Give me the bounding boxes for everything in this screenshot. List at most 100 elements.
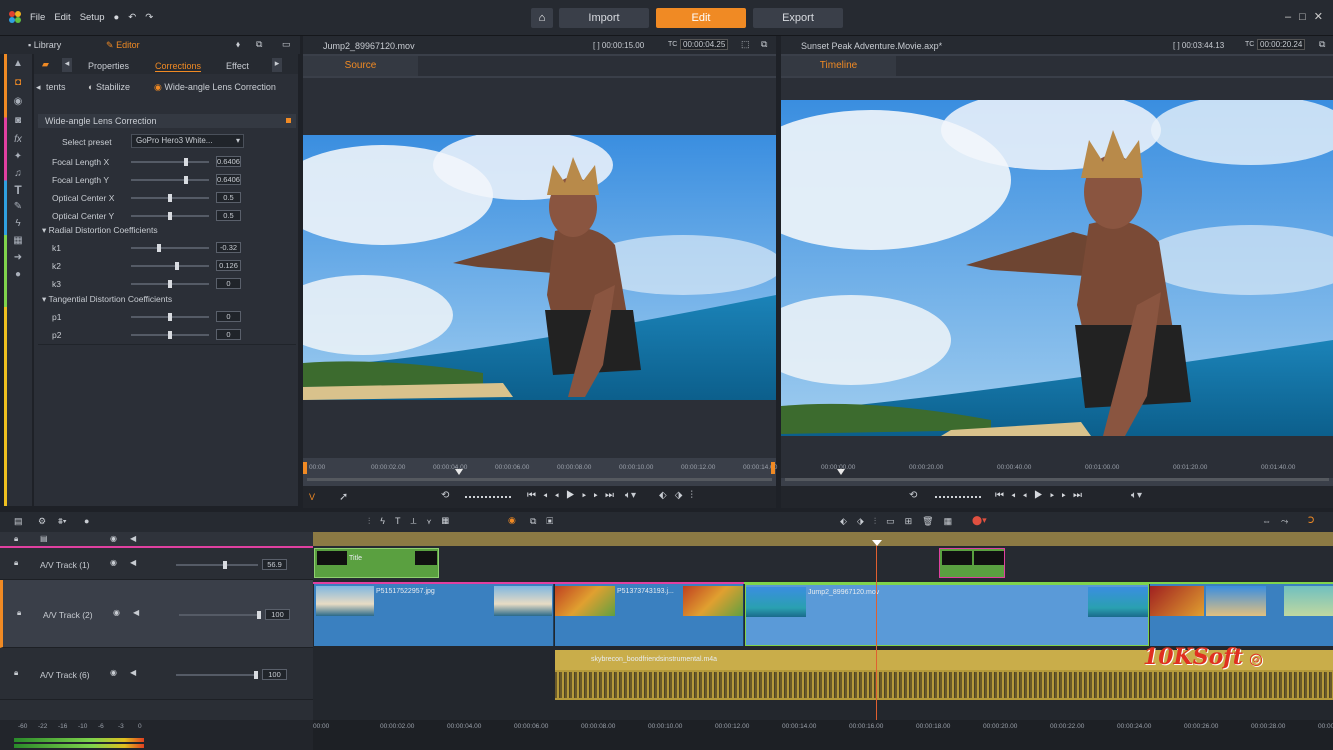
track-header[interactable]: 🔒︎ A/V Track (2) ◉ ◀︎ 100 xyxy=(0,580,313,648)
param-slider-thumb[interactable] xyxy=(156,244,161,252)
radial-section-title[interactable]: ▾ Radial Distortion Coefficients xyxy=(42,225,158,236)
transition-icon[interactable]: ✦ xyxy=(4,151,32,162)
param-slider[interactable] xyxy=(131,158,209,166)
import-tab[interactable]: Import xyxy=(559,8,649,28)
panel-folder-icon[interactable]: ▰ xyxy=(42,59,49,70)
marker-icon[interactable]: ⬤▾ xyxy=(972,515,987,526)
transport-buttons[interactable]: ⏮◂◂▶▸▸⏭ xyxy=(527,490,621,501)
music-icon[interactable]: ♫ xyxy=(4,168,32,179)
source-playhead[interactable] xyxy=(455,469,463,475)
fit-icons[interactable]: ⇔⤳ xyxy=(1262,516,1298,527)
lock-icon[interactable]: 🔒︎ xyxy=(17,608,21,618)
param-slider-thumb[interactable] xyxy=(168,280,172,288)
speaker-icon[interactable]: ◀︎ xyxy=(130,668,136,677)
param-slider-thumb[interactable] xyxy=(168,331,172,339)
video-clip[interactable]: Jump2_89967120.mov xyxy=(745,584,1149,646)
speaker-icon[interactable]: ◀︎ xyxy=(130,558,136,567)
video-icon[interactable]: ◘ xyxy=(4,77,32,88)
export-tab[interactable]: Export xyxy=(753,8,843,28)
detach-timeline-icon[interactable]: ⧉ xyxy=(1319,39,1325,50)
param-slider-thumb[interactable] xyxy=(175,262,180,270)
markers-icon[interactable]: ⬖⬗⫶ xyxy=(659,490,701,501)
snapshot-icon[interactable]: ⬚ xyxy=(741,39,750,50)
eye-icon[interactable]: ◉ xyxy=(110,668,117,677)
source-video-frame[interactable] xyxy=(303,135,776,400)
video-clip-2[interactable] xyxy=(1150,584,1333,646)
shuttle-slider[interactable] xyxy=(465,496,511,498)
nav-prev[interactable]: ◂ xyxy=(36,82,41,93)
param-value-input[interactable]: 0.6406 xyxy=(216,156,241,167)
nav-item-wide-angle[interactable]: ◉ Wide-angle Lens Correction xyxy=(154,82,276,93)
home-button[interactable]: ⌂ xyxy=(531,8,553,28)
edit-tools-icons[interactable]: ⫶ϟT⟂⋎▦ xyxy=(368,516,459,527)
window-controls[interactable]: –□✕ xyxy=(1285,10,1331,23)
tab-scroll-left[interactable]: ◂ xyxy=(62,58,72,72)
project-tc[interactable]: 00:00:20.24 xyxy=(1257,39,1306,50)
edit-tab[interactable]: Edit xyxy=(656,8,746,28)
detach-icon[interactable]: ⧉ xyxy=(256,39,262,50)
menu-setup[interactable]: Setup xyxy=(80,12,105,23)
editor-tab[interactable]: ✎ Editor xyxy=(106,40,140,51)
corrections-icon[interactable]: ▲ xyxy=(4,58,32,69)
montage-icon[interactable]: ✎ xyxy=(4,201,32,212)
param-slider[interactable] xyxy=(131,194,209,202)
param-slider[interactable] xyxy=(131,176,209,184)
source-out-marker[interactable] xyxy=(771,462,775,474)
lock-icon[interactable]: 🔒︎ xyxy=(14,558,18,568)
param-value-input[interactable]: 0.5 xyxy=(216,210,241,221)
source-tab[interactable]: Source xyxy=(303,56,418,76)
title-clip-2[interactable] xyxy=(939,548,1005,578)
track-volume-value[interactable]: 56.9 xyxy=(262,559,287,570)
link-icon[interactable]: ⧉▣ xyxy=(530,516,563,527)
magnet-icon[interactable]: Ↄ xyxy=(1308,515,1314,526)
param-value-input[interactable]: 0 xyxy=(216,329,241,340)
eye-icon[interactable]: ◉ xyxy=(113,608,120,617)
param-slider-thumb[interactable] xyxy=(184,176,189,184)
library-tab[interactable]: ▪ Library xyxy=(28,40,61,50)
eye-icon[interactable]: ◉ xyxy=(110,534,117,543)
param-value-input[interactable]: 0 xyxy=(216,311,241,322)
film-icon[interactable]: ▦ xyxy=(4,235,32,246)
loop-icon[interactable]: ⟲ xyxy=(441,490,449,501)
title-clip[interactable]: Title xyxy=(314,548,439,578)
timeline-scrub-bar[interactable] xyxy=(785,478,1329,481)
disc-icon[interactable]: ● xyxy=(4,269,32,280)
undo-icon[interactable]: ↶ xyxy=(128,12,136,23)
eye-icon[interactable]: ◉ xyxy=(110,558,117,567)
effect-tab[interactable]: Effect xyxy=(226,61,249,71)
param-slider-thumb[interactable] xyxy=(184,158,189,166)
track-volume-slider[interactable] xyxy=(176,671,258,679)
track-name[interactable]: A/V Track (2) xyxy=(43,610,93,620)
track-volume-slider[interactable] xyxy=(179,611,261,619)
speaker-icon[interactable]: ◀︎ xyxy=(133,608,139,617)
param-slider[interactable] xyxy=(131,212,209,220)
fx-icon[interactable]: fx xyxy=(4,134,32,145)
track-volume-thumb[interactable] xyxy=(222,561,227,569)
help-icon[interactable]: ● xyxy=(114,12,120,23)
param-value-input[interactable]: 0.6406 xyxy=(216,174,241,185)
nav-item-stabilize[interactable]: ◐ Stabilize xyxy=(88,82,130,92)
param-slider[interactable] xyxy=(131,331,209,339)
color-tool-icon[interactable]: ◉ xyxy=(508,515,516,526)
color-icon[interactable]: ◉ xyxy=(4,96,32,107)
track-name[interactable]: A/V Track (1) xyxy=(40,560,90,570)
param-value-input[interactable]: 0.5 xyxy=(216,192,241,203)
pin-icon[interactable]: ⬧ xyxy=(236,39,240,50)
param-slider[interactable] xyxy=(131,280,209,288)
param-slider[interactable] xyxy=(131,262,209,270)
source-scrub-bar[interactable] xyxy=(307,478,772,481)
lock-icon[interactable]: 🔒︎ xyxy=(14,668,18,678)
cursor-icon[interactable]: ➚ xyxy=(339,490,348,503)
volume-icon[interactable]: 🔈︎▾ xyxy=(625,490,636,501)
param-slider[interactable] xyxy=(131,313,209,321)
zoom-icon[interactable]: ● xyxy=(84,516,89,526)
param-value-input[interactable]: 0.126 xyxy=(216,260,241,271)
track-volume-value[interactable]: 100 xyxy=(262,669,287,680)
camera-icon[interactable]: ◙ xyxy=(4,115,32,126)
speaker-icon[interactable]: ◀︎ xyxy=(130,534,136,543)
view-options-icon[interactable]: ⩩▾ xyxy=(58,516,67,527)
list-icon[interactable]: ▤ xyxy=(40,534,48,543)
tangential-section-title[interactable]: ▾ Tangential Distortion Coefficients xyxy=(42,294,172,305)
timeline-volume-icon[interactable]: 🔈︎▾ xyxy=(1131,490,1142,501)
properties-tab[interactable]: Properties xyxy=(88,61,129,71)
